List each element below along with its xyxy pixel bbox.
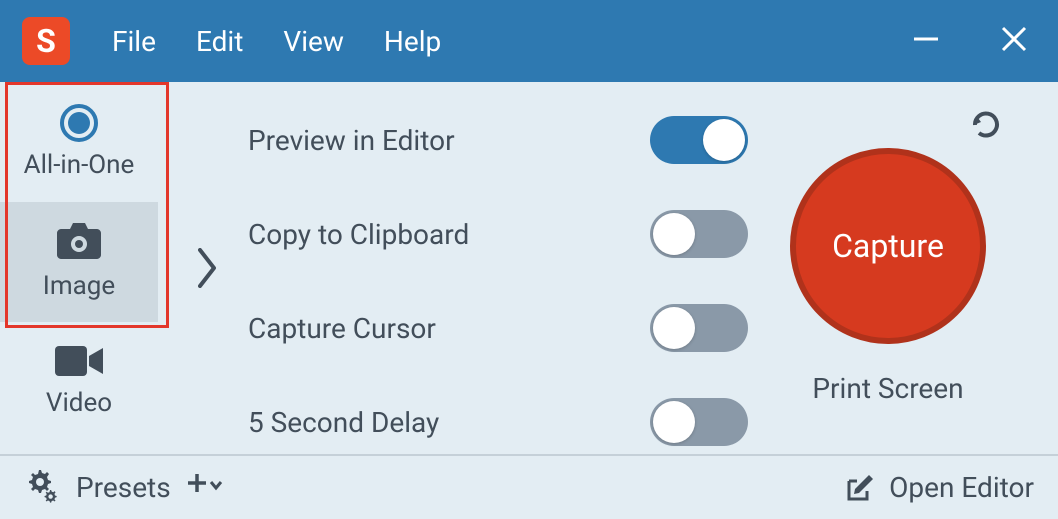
- expand-chevron-icon[interactable]: [198, 248, 218, 299]
- sidebar: All-in-One Image Video: [0, 82, 158, 454]
- presets-label[interactable]: Presets: [76, 471, 171, 504]
- setting-label-cursor: Capture Cursor: [248, 312, 436, 345]
- toggle-delay[interactable]: [650, 398, 748, 446]
- tab-all-in-one[interactable]: All-in-One: [0, 82, 158, 202]
- capture-panel: Capture Print Screen: [748, 98, 1028, 405]
- menu-help[interactable]: Help: [384, 25, 441, 58]
- setting-label-preview: Preview in Editor: [248, 124, 455, 157]
- main-area: All-in-One Image Video Preview in Editor…: [0, 82, 1058, 454]
- capture-button[interactable]: Capture: [790, 148, 986, 344]
- video-icon: [55, 346, 103, 380]
- tab-label-video: Video: [46, 388, 112, 418]
- setting-label-clipboard: Copy to Clipboard: [248, 218, 469, 251]
- open-editor-label: Open Editor: [889, 471, 1034, 504]
- undo-button[interactable]: [969, 108, 1003, 146]
- menu-bar: File Edit View Help: [112, 25, 441, 58]
- window-controls: [912, 25, 1028, 57]
- setting-delay: 5 Second Delay: [248, 398, 748, 446]
- menu-file[interactable]: File: [112, 25, 156, 58]
- setting-cursor: Capture Cursor: [248, 304, 748, 352]
- setting-label-delay: 5 Second Delay: [248, 406, 439, 439]
- titlebar: S File Edit View Help: [0, 0, 1058, 82]
- tab-image[interactable]: Image: [0, 202, 158, 322]
- toggle-cursor[interactable]: [650, 304, 748, 352]
- options-panel: Preview in Editor Copy to Clipboard Capt…: [158, 82, 1058, 454]
- tab-video[interactable]: Video: [0, 322, 158, 442]
- menu-edit[interactable]: Edit: [196, 25, 243, 58]
- camera-icon: [57, 223, 101, 263]
- logo-letter: S: [36, 22, 56, 60]
- edit-icon: [845, 473, 875, 503]
- toggle-clipboard[interactable]: [650, 210, 748, 258]
- toggle-preview[interactable]: [650, 116, 748, 164]
- setting-clipboard: Copy to Clipboard: [248, 210, 748, 258]
- minimize-button[interactable]: [912, 25, 940, 57]
- open-editor-button[interactable]: Open Editor: [845, 471, 1034, 504]
- add-preset-button[interactable]: [187, 472, 223, 504]
- footer: Presets Open Editor: [0, 454, 1058, 519]
- close-button[interactable]: [1000, 25, 1028, 57]
- app-logo: S: [22, 17, 70, 65]
- capture-shortcut-label: Print Screen: [812, 372, 963, 405]
- tab-label-image: Image: [43, 271, 115, 301]
- menu-view[interactable]: View: [283, 25, 344, 58]
- settings-list: Preview in Editor Copy to Clipboard Capt…: [248, 98, 748, 446]
- all-in-one-icon: [60, 104, 98, 142]
- settings-gear-icon[interactable]: [24, 468, 60, 508]
- tab-label-all-in-one: All-in-One: [24, 150, 135, 180]
- footer-left: Presets: [24, 468, 223, 508]
- capture-button-label: Capture: [832, 227, 944, 265]
- setting-preview: Preview in Editor: [248, 116, 748, 164]
